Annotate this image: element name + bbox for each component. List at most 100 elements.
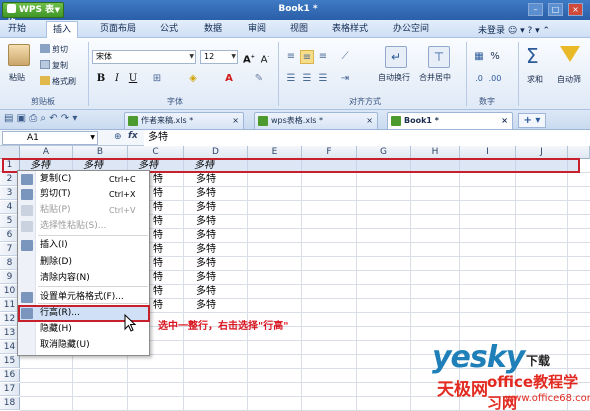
cell-c[interactable]: 特 [151, 201, 163, 214]
wrap-text-button[interactable]: 自动换行 [378, 72, 410, 83]
font-name-combo[interactable]: 宋体 ▼ [92, 50, 196, 64]
align-middle-icon[interactable]: ≡ [300, 50, 314, 64]
menu-item-cut[interactable]: 剪切(T) Ctrl+X [40, 187, 135, 202]
doc-tab-2[interactable]: wps表格.xls * × [254, 112, 378, 129]
cell-c[interactable]: 特 [151, 229, 163, 242]
cell-c[interactable]: 特 [151, 285, 163, 298]
cell-d[interactable]: 多特 [194, 187, 216, 200]
tab-table-style[interactable]: 表格样式 [328, 21, 372, 38]
align-center-icon[interactable]: ☰ [300, 72, 314, 86]
clipboard-group-label: 剪贴板 [31, 97, 55, 106]
merge-center-button[interactable]: 合并居中 [419, 72, 451, 83]
new-tab-button[interactable]: + ▾ [518, 113, 546, 128]
tab-review[interactable]: 审阅 [242, 21, 272, 38]
currency-icon[interactable]: ▦ [472, 50, 486, 64]
row-header-16[interactable]: 16 [0, 369, 20, 382]
grow-font-button[interactable]: A+ [242, 50, 256, 65]
formula-input[interactable]: 多特 [144, 130, 590, 146]
maximize-button[interactable]: □ [548, 3, 563, 16]
cell-d[interactable]: 多特 [194, 215, 216, 228]
cell-d[interactable]: 多特 [194, 299, 216, 312]
close-icon[interactable]: × [366, 113, 373, 128]
cell-d[interactable]: 多特 [194, 257, 216, 270]
border-icon[interactable]: ⊞ [150, 72, 164, 86]
group-divider [278, 42, 279, 106]
indent-icon[interactable]: ⇥ [338, 72, 352, 86]
shrink-font-button[interactable]: A- [258, 50, 272, 65]
menu-item-label: 清除内容(N) [40, 273, 90, 283]
cell-c[interactable]: 特 [151, 243, 163, 256]
menu-item-hide[interactable]: 隐藏(H) [40, 322, 72, 337]
clear-format-icon[interactable]: ✎ [252, 72, 266, 86]
doc-tab-3[interactable]: Book1 * × [387, 112, 513, 129]
align-left-icon[interactable]: ☰ [284, 72, 298, 86]
quick-access-toolbar[interactable]: ▤ ▣ ⎙ ⌕ ↶ ↷ ▾ [4, 113, 77, 124]
copy-icon [40, 60, 50, 69]
cell-d[interactable]: 多特 [194, 201, 216, 214]
tab-view[interactable]: 视图 [284, 21, 314, 38]
cell-d[interactable]: 多特 [194, 271, 216, 284]
align-top-icon[interactable]: ≡ [284, 50, 298, 64]
merge-cells-icon[interactable]: ⊤ [428, 46, 450, 68]
paste-button[interactable]: 粘贴 [9, 72, 25, 83]
cell-c[interactable]: 特 [151, 187, 163, 200]
sum-button[interactable]: 求和 [527, 74, 543, 85]
tab-page-layout[interactable]: 页面布局 [92, 21, 144, 38]
close-icon[interactable]: × [501, 113, 508, 128]
close-icon[interactable]: × [232, 113, 239, 128]
sum-icon[interactable]: Σ [526, 44, 539, 68]
filter-icon[interactable] [560, 46, 580, 62]
font-color-icon[interactable]: A [222, 72, 236, 86]
cell-d[interactable]: 多特 [194, 173, 216, 186]
menu-item-unhide[interactable]: 取消隐藏(U) [40, 338, 90, 353]
align-right-icon[interactable]: ☰ [316, 72, 330, 86]
tab-formula[interactable]: 公式 [154, 21, 184, 38]
fill-color-icon[interactable]: ◈ [186, 72, 200, 86]
italic-button[interactable]: I [110, 72, 124, 86]
menu-item-insert[interactable]: 插入(I) [40, 238, 68, 253]
minimize-button[interactable]: – [528, 3, 543, 16]
clipboard-icon[interactable] [8, 44, 30, 66]
wrap-text-icon[interactable]: ↵ [385, 46, 407, 68]
zoom-icon[interactable]: ⊕ [114, 132, 122, 142]
row-header-15[interactable]: 15 [0, 355, 20, 368]
tab-insert[interactable]: 插入 [46, 21, 78, 38]
cell-c[interactable]: 特 [151, 299, 163, 312]
format-painter-button[interactable]: 格式刷 [40, 76, 76, 87]
cell-d[interactable]: 多特 [194, 285, 216, 298]
bold-button[interactable]: B [94, 72, 108, 86]
cell-c[interactable]: 特 [151, 271, 163, 284]
fx-icon[interactable]: fx [128, 131, 138, 141]
tab-office-space[interactable]: 办公空间 [388, 21, 434, 38]
autofilter-button[interactable]: 自动筛 [557, 74, 581, 85]
name-box[interactable]: A1 ▼ [2, 131, 98, 145]
percent-button[interactable]: % [488, 50, 502, 64]
align-bottom-icon[interactable]: ≡ [316, 50, 330, 64]
cell-d[interactable]: 多特 [194, 243, 216, 256]
doc-tab-1[interactable]: 作者来稿.xls * × [124, 112, 244, 129]
cell-c[interactable]: 特 [151, 257, 163, 270]
font-size-combo[interactable]: 12 ▼ [200, 50, 238, 64]
close-button[interactable]: × [568, 3, 583, 16]
menu-item-label: 隐藏(H) [40, 324, 72, 334]
decimal-decrease-icon[interactable]: .00 [488, 72, 502, 86]
tab-data[interactable]: 数据 [198, 21, 228, 38]
menu-item-paste-special[interactable]: 选择性粘贴(S)... [40, 219, 106, 234]
row-header-18[interactable]: 18 [0, 397, 20, 410]
decimal-increase-icon[interactable]: .0 [472, 72, 486, 86]
login-status[interactable]: 未登录 ☺ ▾ ? ▾ ⌃ [478, 23, 550, 36]
cut-button[interactable]: 剪切 [40, 44, 68, 55]
copy-button[interactable]: 复制 [40, 60, 68, 71]
menu-item-clear-contents[interactable]: 清除内容(N) [40, 271, 90, 286]
tab-home[interactable]: 开始 [2, 21, 32, 38]
cell-d[interactable]: 多特 [194, 229, 216, 242]
menu-item-paste[interactable]: 粘贴(P) Ctrl+V [40, 203, 135, 218]
cell-c[interactable]: 特 [151, 173, 163, 186]
underline-button[interactable]: U [126, 72, 140, 86]
app-menu-button[interactable]: WPS 表格 ▼ [2, 2, 64, 29]
menu-item-copy[interactable]: 复制(C) Ctrl+C [40, 172, 136, 187]
row-header-17[interactable]: 17 [0, 383, 20, 396]
orientation-icon[interactable]: ⟋ [338, 50, 352, 64]
menu-item-delete[interactable]: 删除(D) [40, 255, 72, 270]
cell-c[interactable]: 特 [151, 215, 163, 228]
